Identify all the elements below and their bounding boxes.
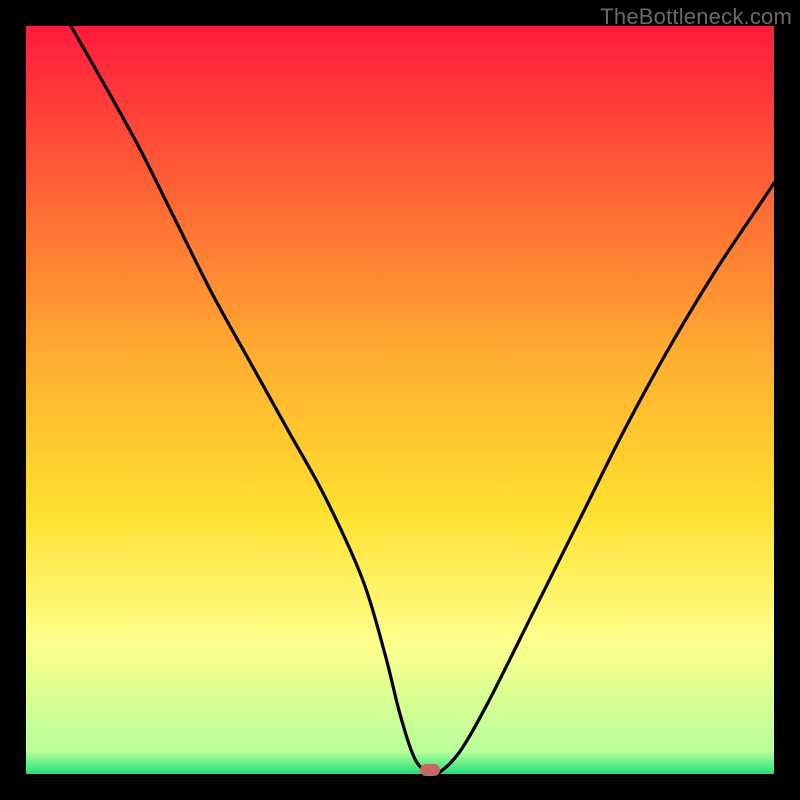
watermark-text: TheBottleneck.com	[600, 4, 792, 30]
bottleneck-curve	[26, 26, 774, 774]
minimum-marker	[420, 764, 440, 776]
plot-area	[26, 26, 774, 774]
chart-root: TheBottleneck.com	[0, 0, 800, 800]
